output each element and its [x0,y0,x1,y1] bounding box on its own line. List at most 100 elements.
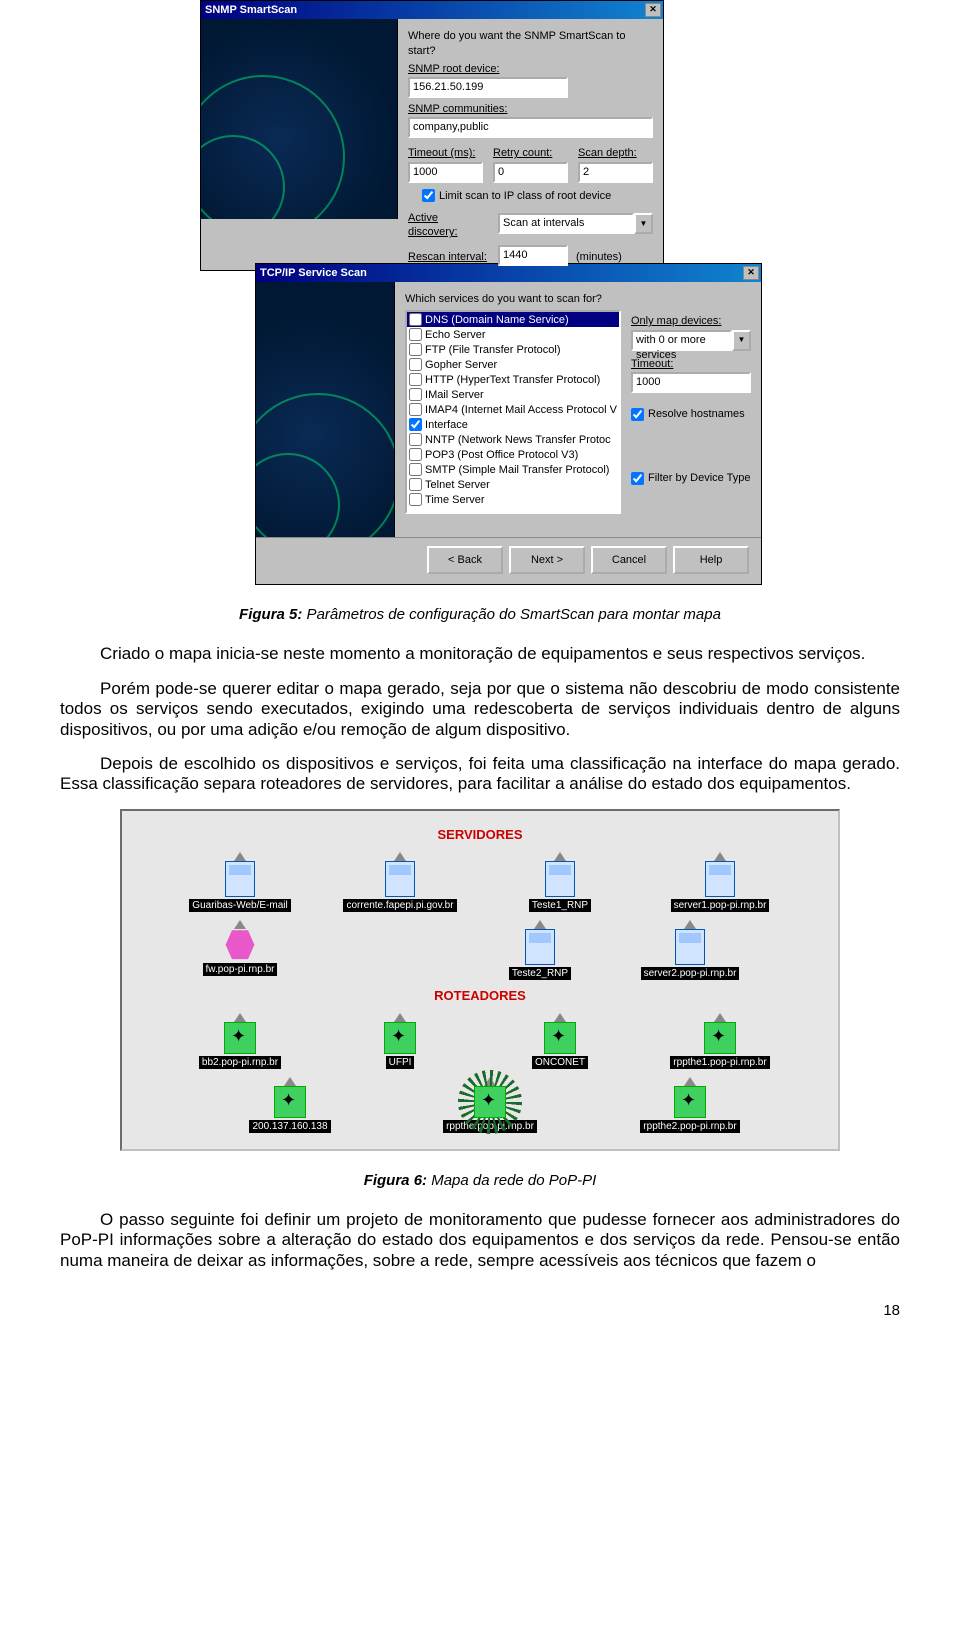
network-node[interactable]: Guaribas-Web/E-mail [170,852,310,912]
close-icon[interactable]: ✕ [645,3,661,17]
router-icon [224,1022,256,1054]
fig6-text: Mapa da rede do PoP-PI [427,1172,596,1189]
server-icon [525,929,555,965]
radar-graphic [201,19,398,219]
service-item[interactable]: NNTP (Network News Transfer Protoc [407,432,619,447]
services-listbox[interactable]: DNS (Domain Name Service)Echo ServerFTP … [405,310,621,514]
network-node[interactable]: rppthe2.pop-pi.rnp.br [620,1077,760,1133]
routers-heading: ROTEADORES [140,988,820,1005]
router-icon [704,1022,736,1054]
figure-6-caption: Figura 6: Mapa da rede do PoP-PI [60,1171,900,1191]
network-node[interactable]: Teste1_RNP [490,852,630,912]
communities-input[interactable]: company,public [408,117,653,138]
resolve-label: Resolve hostnames [648,407,745,421]
chevron-down-icon[interactable]: ▼ [732,330,751,351]
chevron-down-icon[interactable]: ▼ [634,213,653,234]
figure-5-caption: Figura 5: Parâmetros de configuração do … [60,605,900,625]
network-node[interactable]: rppthe1.pop-pi.rnp.br [650,1013,790,1069]
retry-input[interactable]: 0 [493,162,568,183]
next-button[interactable]: Next > [509,546,585,574]
filter-checkbox[interactable]: Filter by Device Type [631,471,751,485]
network-node[interactable]: server2.pop-pi.rnp.br [620,920,760,980]
router-icon [674,1086,706,1118]
node-label: corrente.fapepi.pi.gov.br [343,899,456,912]
node-label: server1.pop-pi.rnp.br [671,899,770,912]
help-button[interactable]: Help [673,546,749,574]
network-node[interactable]: corrente.fapepi.pi.gov.br [330,852,470,912]
active-value: Scan at intervals [498,213,634,234]
network-node[interactable]: bb2.pop-pi.rnp.br [170,1013,310,1069]
onlymap-label: Only map devices: [631,314,751,328]
cancel-button[interactable]: Cancel [591,546,667,574]
node-label: rppthe1.pop-pi.rnp.br [670,1056,769,1069]
service-item[interactable]: Time Server [407,492,619,507]
page-number: 18 [60,1301,900,1321]
depth-label: Scan depth: [578,146,653,160]
node-label: Teste2_RNP [509,967,571,980]
window-title: TCP/IP Service Scan [260,266,367,280]
window-titlebar: SNMP SmartScan ✕ [201,1,663,19]
server-icon [385,861,415,897]
window-title: SNMP SmartScan [205,3,297,17]
service-item[interactable]: Echo Server [407,327,619,342]
fw-icon [224,929,256,961]
network-node[interactable]: 200.137.160.138 [220,1077,360,1133]
service-item[interactable]: FTP (File Transfer Protocol) [407,342,619,357]
service-item[interactable]: Gopher Server [407,357,619,372]
node-label: fw.pop-pi.rnp.br [203,963,278,976]
root-device-input[interactable]: 156.21.50.199 [408,77,568,98]
paragraph: Depois de escolhido os dispositivos e se… [60,754,900,795]
fig5-bold: Figura 5: [239,606,302,623]
timeout-label: Timeout: [631,357,751,371]
rescan-input[interactable]: 1440 [498,245,568,266]
router-icon [474,1086,506,1118]
fig5-text: Parâmetros de configuração do SmartScan … [302,606,721,623]
server-icon [225,861,255,897]
button-bar: < Back Next > Cancel Help [256,537,761,584]
limit-scan-label: Limit scan to IP class of root device [439,189,611,203]
active-discovery-select[interactable]: Scan at intervals▼ [498,213,653,234]
server-icon [675,929,705,965]
service-item[interactable]: POP3 (Post Office Protocol V3) [407,447,619,462]
depth-input[interactable]: 2 [578,162,653,183]
node-label: rppthe2.pop-pi.rnp.br [640,1120,739,1133]
prompt-text: Which services do you want to scan for? [405,292,751,306]
radar-graphic [256,282,395,537]
network-node[interactable]: Teste2_RNP [470,920,610,980]
paragraph: O passo seguinte foi definir um projeto … [60,1210,900,1271]
service-item[interactable]: DNS (Domain Name Service) [407,312,619,327]
prompt-text: Where do you want the SNMP SmartScan to … [408,29,653,58]
close-icon[interactable]: ✕ [743,266,759,280]
servers-heading: SERVIDORES [140,827,820,844]
network-node[interactable]: fw.pop-pi.rnp.br [170,920,310,980]
service-item[interactable]: Telnet Server [407,477,619,492]
back-button[interactable]: < Back [427,546,503,574]
communities-label: SNMP communities: [408,102,653,116]
service-item[interactable]: HTTP (HyperText Transfer Protocol) [407,372,619,387]
service-item[interactable]: Interface [407,417,619,432]
service-item[interactable]: IMail Server [407,387,619,402]
tcpip-scan-window: TCP/IP Service Scan ✕ Which services do … [255,263,762,585]
timeout-input[interactable]: 1000 [408,162,483,183]
root-device-label: SNMP root device: [408,62,653,76]
network-map: SERVIDORES Guaribas-Web/E-mail corrente.f… [120,809,840,1151]
network-node[interactable]: server1.pop-pi.rnp.br [650,852,790,912]
node-label: Teste1_RNP [529,899,591,912]
service-item[interactable]: SMTP (Simple Mail Transfer Protocol) [407,462,619,477]
server-icon [705,861,735,897]
network-node[interactable]: rppthe.pop-pi.rnp.br [420,1077,560,1133]
onlymap-select[interactable]: with 0 or more services▼ [631,330,751,351]
timeout-input[interactable]: 1000 [631,372,751,393]
timeout-label: Timeout (ms): [408,146,483,160]
onlymap-value: with 0 or more services [631,330,732,351]
resolve-checkbox[interactable]: Resolve hostnames [631,407,751,421]
network-node[interactable]: UFPI [330,1013,470,1069]
rescan-unit: (minutes) [576,250,622,264]
network-node[interactable]: ONCONET [490,1013,630,1069]
limit-scan-checkbox[interactable]: Limit scan to IP class of root device [422,189,653,203]
service-item[interactable]: IMAP4 (Internet Mail Access Protocol V [407,402,619,417]
router-icon [384,1022,416,1054]
filter-label: Filter by Device Type [648,471,751,485]
paragraph: Porém pode-se querer editar o mapa gerad… [60,679,900,740]
server-icon [545,861,575,897]
